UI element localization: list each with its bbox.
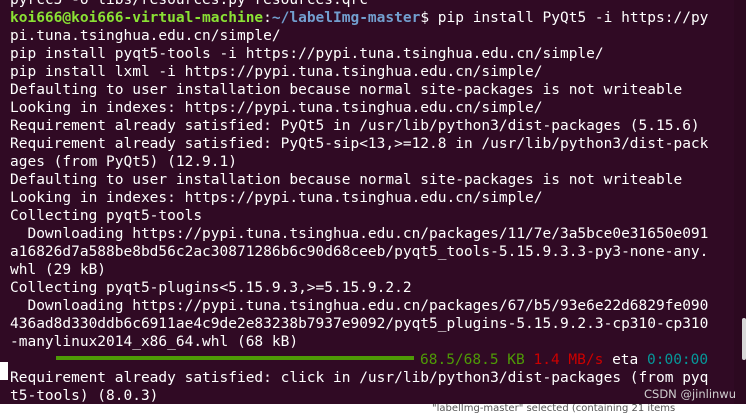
terminal-line: Looking in indexes: https://pypi.tuna.ts…: [10, 100, 543, 116]
terminal-line: Collecting pyqt5-plugins<5.15.9.3,>=5.15…: [10, 280, 412, 296]
prompt-command: pip install PyQt5 -i https://py: [437, 10, 709, 26]
terminal-line: a16826d7a588be8bd56c2ac30871286b6c90d68c…: [10, 244, 709, 260]
progress-speed: 1.4 MB/s: [533, 352, 604, 368]
progress-eta-label: eta: [612, 352, 639, 368]
terminal-line: Requirement already satisfied: click in …: [10, 370, 709, 386]
download-progress: 68.5/68.5 KB 1.4 MB/s eta 0:00:00: [10, 351, 734, 369]
terminal-line: whl (29 kB): [10, 262, 107, 278]
terminal-line: Defaulting to user installation because …: [10, 172, 683, 188]
prompt-user-host: koi666@koi666-virtual-machine: [10, 10, 264, 26]
watermark: CSDN @jinlinwu: [644, 387, 736, 401]
terminal-line: Downloading https://pypi.tuna.tsinghua.e…: [10, 298, 709, 314]
terminal-line: -manylinux2014_x86_64.whl (68 kB): [10, 334, 299, 350]
prompt-path: ~/labelImg-master: [271, 10, 421, 26]
terminal-line: pyrcc5 -o libs/resources.py resources.qr…: [10, 0, 368, 8]
prompt-symbol: $: [420, 10, 438, 26]
terminal-line: Requirement already satisfied: PyQt5-sip…: [10, 136, 709, 152]
terminal-line: pip install pyqt5-tools -i https://pypi.…: [10, 46, 604, 62]
progress-size: 68.5/68.5 KB: [420, 352, 525, 368]
terminal-line: pip install lxml -i https://pypi.tuna.ts…: [10, 64, 543, 80]
progress-bar: [56, 356, 414, 360]
prompt-line: koi666@koi666-virtual-machine:~/labelImg…: [10, 9, 734, 27]
scrollbar-thumb[interactable]: [742, 318, 746, 360]
progress-eta: 0:00:00: [647, 352, 709, 368]
background-status-text: "labelImg-master" selected (containing 2…: [432, 404, 676, 413]
terminal-line: Downloading https://pypi.tuna.tsinghua.e…: [10, 226, 709, 242]
terminal-line: pi.tuna.tsinghua.edu.cn/simple/: [10, 28, 281, 44]
terminal-line: ages (from PyQt5) (12.9.1): [10, 154, 237, 170]
window-edge: [0, 362, 8, 380]
background-status-strip: "labelImg-master" selected (containing 2…: [0, 404, 746, 413]
prompt-colon: :: [263, 10, 272, 26]
terminal-line: t5-tools) (8.0.3): [10, 388, 159, 404]
terminal-line: Defaulting to user installation because …: [10, 82, 683, 98]
terminal-line: Requirement already satisfied: PyQt5 in …: [10, 118, 700, 134]
terminal-line: Looking in indexes: https://pypi.tuna.ts…: [10, 190, 543, 206]
terminal-line: Collecting pyqt5-tools: [10, 208, 203, 224]
terminal-output: pyrcc5 -o libs/resources.py resources.qr…: [10, 0, 734, 405]
terminal-line: 436ad8d330ddb6c6911ae4c9de2e83238b7937e9…: [10, 316, 709, 332]
terminal-window[interactable]: pyrcc5 -o libs/resources.py resources.qr…: [0, 0, 746, 413]
